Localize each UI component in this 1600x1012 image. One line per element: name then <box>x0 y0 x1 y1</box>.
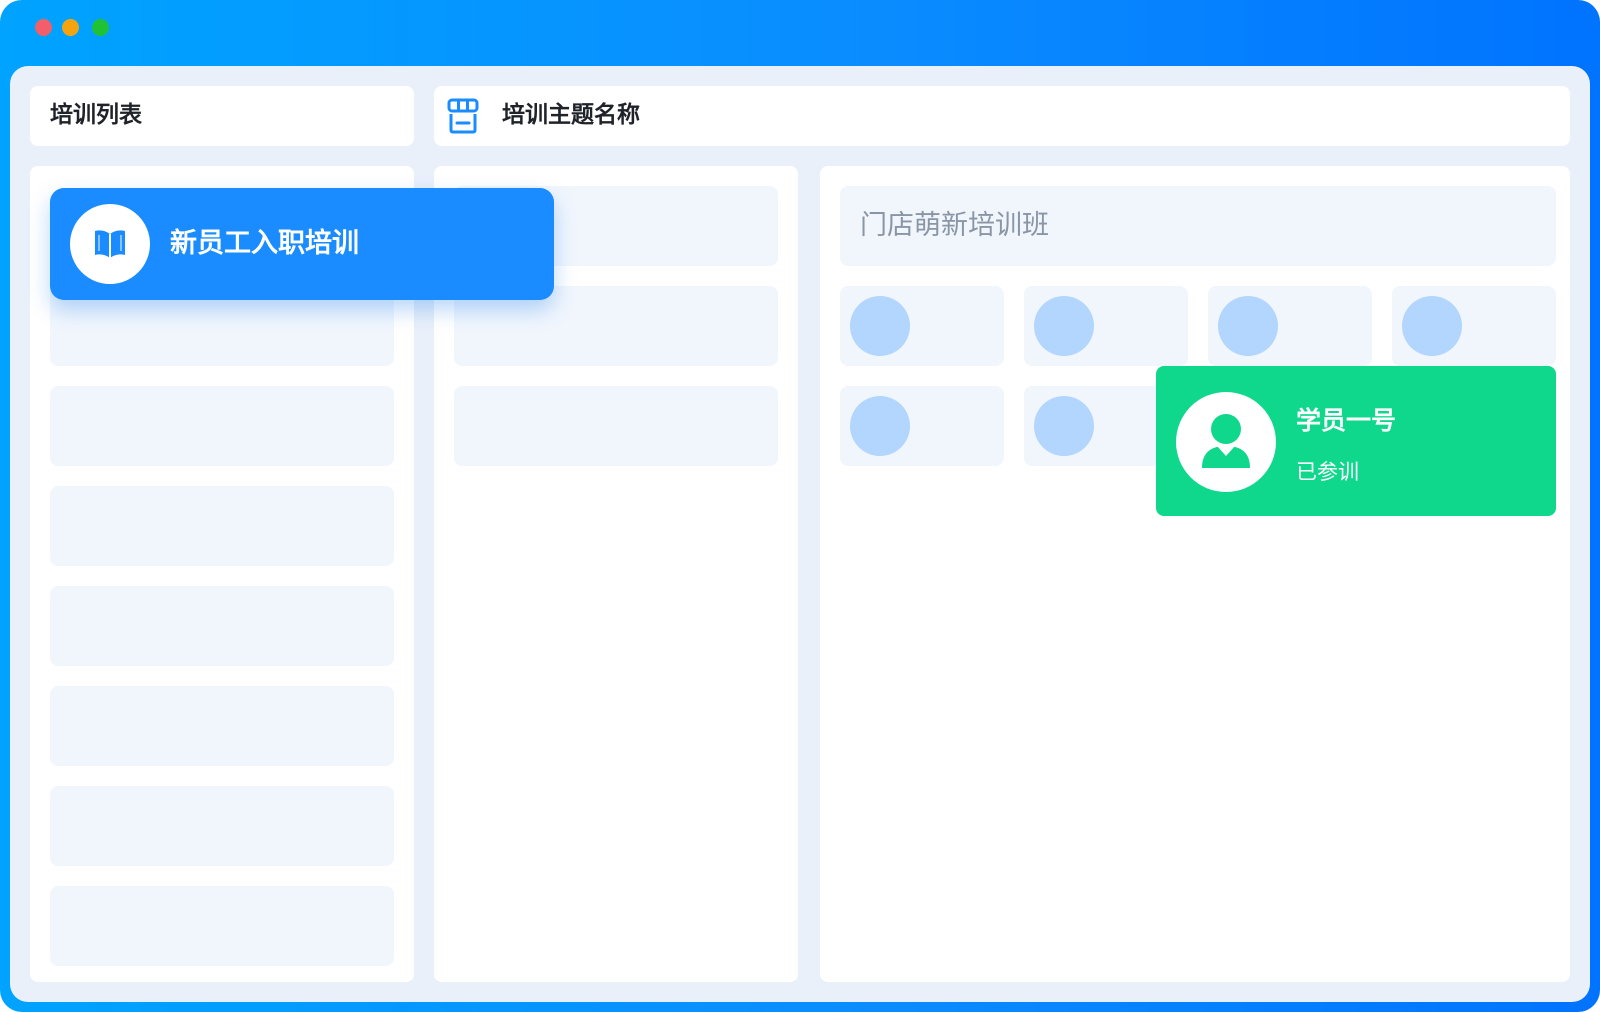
student-name: 学员一号 <box>1296 406 1397 435</box>
window-minimize-button[interactable] <box>62 19 79 36</box>
student-tile[interactable] <box>1392 286 1556 366</box>
student-tile[interactable] <box>840 386 1004 466</box>
user-icon <box>1200 412 1252 470</box>
avatar <box>1176 392 1276 492</box>
avatar <box>1218 296 1278 356</box>
window-close-button[interactable] <box>35 19 52 36</box>
training-item-active[interactable]: 新员工入职培训 <box>50 188 554 300</box>
list-item[interactable] <box>50 886 394 966</box>
page-title: 培训主题名称 <box>502 102 640 128</box>
sidebar-title: 培训列表 <box>50 102 142 128</box>
list-item[interactable] <box>50 486 394 566</box>
sidebar-header: 培训列表 <box>30 86 414 146</box>
book-icon-badge <box>70 204 150 284</box>
list-item[interactable] <box>50 686 394 766</box>
student-tile[interactable] <box>840 286 1004 366</box>
status-badge: 已参训 <box>1296 460 1359 484</box>
avatar <box>1402 296 1462 356</box>
student-tile[interactable] <box>1208 286 1372 366</box>
student-card[interactable]: 学员一号 已参训 <box>1156 366 1556 516</box>
window-maximize-button[interactable] <box>92 19 109 36</box>
class-name: 门店萌新培训班 <box>860 210 1049 241</box>
class-detail-panel <box>820 166 1570 982</box>
student-tile[interactable] <box>1024 286 1188 366</box>
avatar <box>850 396 910 456</box>
avatar <box>1034 296 1094 356</box>
avatar <box>1034 396 1094 456</box>
book-icon <box>92 228 128 260</box>
app-window: 培训列表 培训主题名称 门店萌新培训班 新员工入职培训 学员一号 已参训 <box>0 0 1600 1012</box>
main-header: 培训主题名称 <box>434 86 1570 146</box>
list-item[interactable] <box>454 386 778 466</box>
training-item-label: 新员工入职培训 <box>170 228 359 259</box>
list-item[interactable] <box>50 386 394 466</box>
list-item[interactable] <box>50 586 394 666</box>
list-item[interactable] <box>50 786 394 866</box>
avatar <box>850 296 910 356</box>
store-icon <box>446 98 480 134</box>
